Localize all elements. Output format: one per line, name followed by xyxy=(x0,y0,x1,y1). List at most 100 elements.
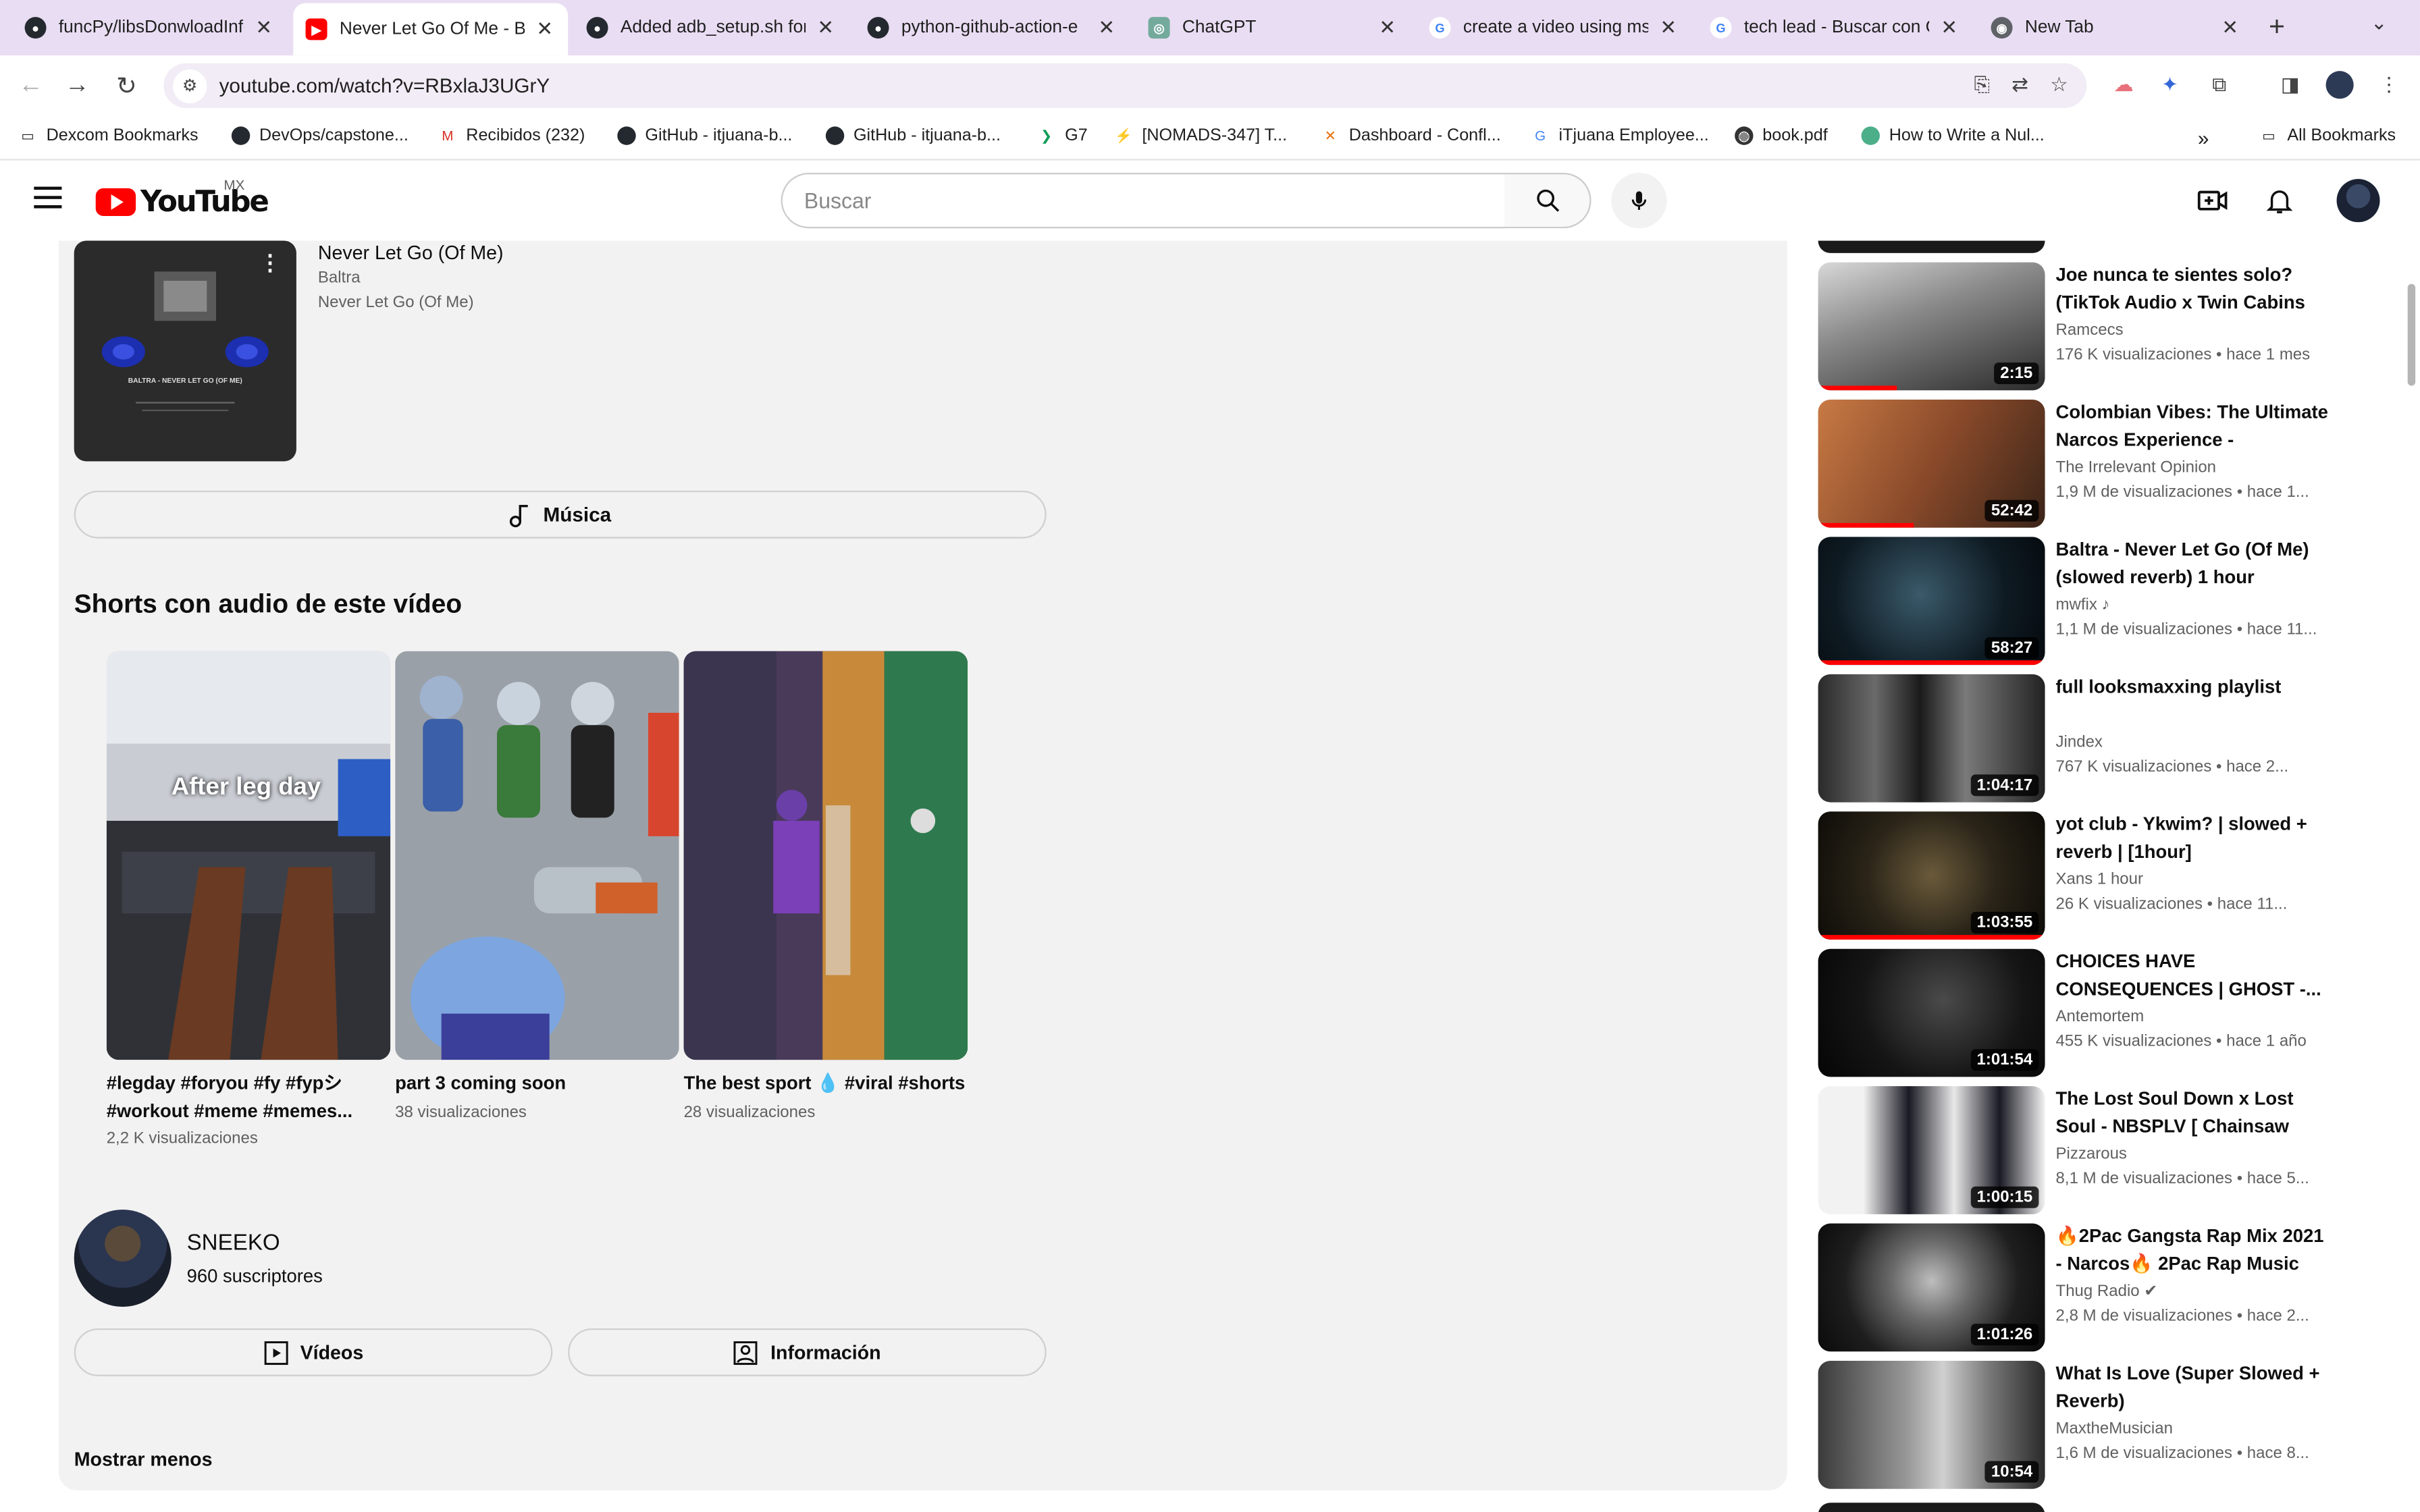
tab-3[interactable]: ● Added adb_setup.sh for ✕ xyxy=(574,6,849,49)
short-thumbnail[interactable] xyxy=(683,651,968,1060)
video-channel[interactable]: Xans 1 hour xyxy=(2056,870,2143,888)
video-channel[interactable]: Ramcecs xyxy=(2056,321,2124,339)
about-button[interactable]: Información xyxy=(568,1328,1047,1376)
video-thumbnail[interactable]: 1:00:15 xyxy=(1818,1086,2045,1214)
music-cover-art[interactable]: BALTRA - NEVER LET GO (OF ME) ⋮ xyxy=(74,240,296,462)
page-scrollbar[interactable] xyxy=(2407,284,2416,386)
create-video-icon[interactable] xyxy=(2194,182,2232,219)
video-title[interactable]: The Lost Soul Down x Lost Soul - NBSPLV … xyxy=(2056,1086,2331,1141)
close-icon[interactable]: ✕ xyxy=(253,16,275,40)
notifications-bell-icon[interactable] xyxy=(2261,182,2298,219)
bookmark-item[interactable]: How to Write a Nul... xyxy=(1861,126,2045,145)
tab-4[interactable]: ● python-github-action-e ✕ xyxy=(855,6,1130,49)
short-title[interactable]: part 3 coming soon xyxy=(395,1071,679,1098)
tab-1[interactable]: ● funcPy/libsDonwloadInfo ✕ xyxy=(12,6,287,49)
address-bar[interactable]: ⚙ youtube.com/watch?v=RBxlaJ3UGrY ⎘ ⇄ ☆ xyxy=(163,63,2087,108)
video-channel[interactable]: Thug Radio ✔ xyxy=(2056,1282,2158,1300)
video-thumbnail[interactable]: 1:03:55 xyxy=(1818,811,2045,940)
video-channel[interactable]: MaxtheMusician xyxy=(2056,1420,2173,1438)
tab-8[interactable]: ◉ New Tab ✕ xyxy=(1978,6,2253,49)
close-icon[interactable]: ✕ xyxy=(1658,16,1679,40)
video-title[interactable]: full looksmaxxing playlist xyxy=(2056,674,2331,701)
youtube-logo[interactable]: YouTube MX xyxy=(95,178,269,219)
short-title[interactable]: The best sport 💧 #viral #shorts xyxy=(684,1071,968,1098)
video-thumbnail[interactable]: 2:15 xyxy=(1818,262,2045,391)
related-video[interactable]: 1:00:15 The Lost Soul Down x Lost Soul -… xyxy=(1818,1086,2374,1216)
video-channel[interactable]: Pizzarous xyxy=(2056,1145,2127,1163)
channel-avatar[interactable] xyxy=(74,1209,172,1307)
bookmark-item[interactable]: M Recibidos (232) xyxy=(438,126,585,144)
forward-arrow-icon[interactable]: → xyxy=(59,68,96,105)
video-title[interactable]: yot club - Ykwim? | slowed + reverb | [1… xyxy=(2056,811,2331,865)
video-title[interactable]: Joe nunca te sientes solo? (TikTok Audio… xyxy=(2056,263,2331,318)
bookmark-item[interactable]: ✕ Dashboard - Confl... xyxy=(1321,126,1501,144)
video-title[interactable]: Colombian Vibes: The Ultimate Narcos Exp… xyxy=(2056,400,2331,455)
short-thumbnail[interactable]: After leg day xyxy=(106,651,391,1060)
translate-icon[interactable]: ⇄ xyxy=(2011,72,2028,97)
video-channel[interactable]: Antemortem xyxy=(2056,1008,2145,1026)
video-title[interactable]: 🔥2Pac Gangsta Rap Mix 2021 - Narcos🔥 2Pa… xyxy=(2056,1224,2331,1279)
extension-cloud-icon[interactable]: ☁ xyxy=(2108,70,2139,101)
extension-butterfly-icon[interactable]: ✦ xyxy=(2155,70,2186,101)
music-title[interactable]: Never Let Go (Of Me) xyxy=(318,242,504,264)
url-text[interactable]: youtube.com/watch?v=RBxlaJ3UGrY xyxy=(219,74,550,97)
voice-search-button[interactable] xyxy=(1611,172,1667,229)
hamburger-menu-icon[interactable] xyxy=(34,186,62,209)
tab-2-active[interactable]: ▶ Never Let Go Of Me - Ba ✕ xyxy=(293,3,569,56)
bookmark-item[interactable]: ◍ book.pdf xyxy=(1735,126,1828,145)
video-title[interactable]: CHOICES HAVE CONSEQUENCES | GHOST -... xyxy=(2056,949,2331,1003)
short-title[interactable]: #legday #foryou #fy #fypシ #workout #meme… xyxy=(107,1071,391,1125)
bookmark-item[interactable]: GitHub - itjuana-b... xyxy=(825,126,1001,145)
video-title[interactable]: What Is Love (Super Slowed + Reverb) xyxy=(2056,1361,2331,1415)
bookmark-item[interactable]: ▭ Dexcom Bookmarks xyxy=(18,126,198,144)
short-card[interactable]: part 3 coming soon 38 visualizaciones xyxy=(395,651,679,1121)
more-options-icon[interactable]: ⋮ xyxy=(259,250,281,276)
side-panel-icon[interactable]: ◨ xyxy=(2275,70,2306,101)
short-card[interactable]: After leg day #legday #foryou #fy #fypシ … xyxy=(106,651,391,1148)
profile-avatar-icon[interactable] xyxy=(2324,70,2355,101)
bookmark-star-icon[interactable]: ☆ xyxy=(2050,72,2068,97)
related-video[interactable]: 1:01:26 🔥2Pac Gangsta Rap Mix 2021 - Nar… xyxy=(1818,1223,2374,1353)
search-button[interactable] xyxy=(1504,172,1592,229)
tab-search-chevron-icon[interactable]: ⌄ xyxy=(2371,11,2388,36)
show-less-link[interactable]: Mostrar menos xyxy=(74,1449,213,1470)
related-video[interactable]: 1:04:17 full looksmaxxing playlist Jinde… xyxy=(1818,674,2374,804)
close-icon[interactable]: ✕ xyxy=(1377,16,1398,40)
back-arrow-icon[interactable]: ← xyxy=(12,68,49,105)
music-button[interactable]: Música xyxy=(74,490,1047,539)
video-channel[interactable]: Jindex xyxy=(2056,733,2103,751)
related-video[interactable]: 2:15 Joe nunca te sientes solo? (TikTok … xyxy=(1818,262,2374,392)
browser-menu-icon[interactable]: ⋮ xyxy=(2373,70,2404,101)
close-icon[interactable]: ✕ xyxy=(534,17,556,42)
more-bookmarks-chevron-icon[interactable]: » xyxy=(2198,126,2209,149)
all-bookmarks[interactable]: ▭ All Bookmarks xyxy=(2259,126,2396,144)
tab-6[interactable]: G create a video using ms ✕ xyxy=(1417,6,1691,49)
close-icon[interactable]: ✕ xyxy=(815,16,837,40)
video-thumbnail[interactable]: 10:54 xyxy=(1818,1360,2045,1489)
bookmark-item[interactable]: ⚡ [NOMADS-347] T... xyxy=(1114,126,1287,144)
close-icon[interactable]: ✕ xyxy=(1096,16,1117,40)
related-video[interactable]: 1:03:55 yot club - Ykwim? | slowed + rev… xyxy=(1818,811,2374,941)
video-thumbnail[interactable]: 1:01:26 xyxy=(1818,1223,2045,1352)
site-info-icon[interactable]: ⚙ xyxy=(172,68,207,103)
related-video[interactable]: 52:42 Colombian Vibes: The Ultimate Narc… xyxy=(1818,399,2374,529)
related-video[interactable]: 1:01:54 CHOICES HAVE CONSEQUENCES | GHOS… xyxy=(1818,948,2374,1079)
related-video[interactable]: 10:54 What Is Love (Super Slowed + Rever… xyxy=(1818,1360,2374,1490)
channel-name[interactable]: SNEEKO xyxy=(187,1231,280,1256)
bookmark-item[interactable]: GiTjuana Employee... xyxy=(1531,126,1709,144)
video-channel[interactable]: The Irrelevant Opinion xyxy=(2056,458,2216,477)
video-thumbnail[interactable]: 1:04:17 xyxy=(1818,674,2045,803)
bookmark-item[interactable]: ❯ G7 xyxy=(1037,126,1088,144)
short-card[interactable]: The best sport 💧 #viral #shorts 28 visua… xyxy=(683,651,968,1121)
video-thumbnail[interactable]: 58:27 xyxy=(1818,537,2045,666)
video-thumbnail[interactable]: 52:42 xyxy=(1818,399,2045,528)
reload-icon[interactable]: ↻ xyxy=(108,68,145,105)
tab-7[interactable]: G tech lead - Buscar con G ✕ xyxy=(1698,6,1972,49)
extensions-puzzle-icon[interactable]: ⧉ xyxy=(2204,70,2235,101)
bookmark-item[interactable]: DevOps/capstone... xyxy=(231,126,409,145)
video-channel[interactable]: mwfix ♪ xyxy=(2056,595,2110,614)
short-thumbnail[interactable] xyxy=(395,651,679,1060)
bookmark-item[interactable]: GitHub - itjuana-b... xyxy=(617,126,792,145)
new-tab-plus-icon[interactable]: + xyxy=(2269,11,2285,43)
videos-button[interactable]: Vídeos xyxy=(74,1328,553,1376)
